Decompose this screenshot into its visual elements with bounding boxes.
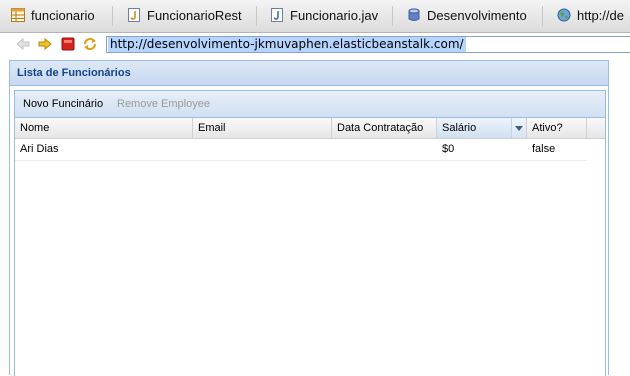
tab-funcionariorest[interactable]: FuncionarioRest: [127, 7, 242, 25]
panel-title: Lista de Funcionários: [10, 61, 608, 86]
employee-list-panel: Lista de Funcionários Novo Funcinário Re…: [9, 60, 609, 376]
add-employee-button[interactable]: Novo Funcinário: [23, 98, 103, 110]
remove-employee-button[interactable]: Remove Employee: [117, 98, 210, 110]
employee-grid: Novo Funcinário Remove Employee Nome Ema…: [14, 90, 606, 376]
tab-label: FuncionarioRest: [147, 8, 242, 23]
column-header-nome[interactable]: Nome: [15, 118, 193, 138]
tab-bar: funcionario FuncionarioRest Funcionario.…: [0, 0, 630, 33]
column-header-email[interactable]: Email: [193, 118, 332, 138]
header-scroll-spacer: [587, 118, 605, 138]
cell-email: [193, 139, 332, 160]
url-text: http://desenvolvimento-jkmuvaphen.elasti…: [108, 37, 466, 52]
column-header-label: Salário: [442, 122, 477, 134]
java-file-icon: [128, 8, 140, 22]
cell-ativo: false: [532, 143, 556, 155]
tab-separator: [542, 6, 543, 26]
database-icon: [408, 8, 420, 21]
refresh-icon[interactable]: [82, 36, 98, 52]
grid-toolbar: Novo Funcinário Remove Employee: [15, 91, 605, 118]
column-menu-dropdown-icon[interactable]: [511, 118, 526, 138]
navigation-bar: http://desenvolvimento-jkmuvaphen.elasti…: [0, 33, 630, 57]
cell-data-contratacao: [332, 139, 437, 160]
tab-separator: [112, 6, 113, 26]
table-icon: [11, 8, 25, 22]
tab-label: Desenvolvimento: [427, 8, 527, 23]
tab-funcionario-java[interactable]: Funcionario.jav: [270, 7, 378, 25]
column-header-data-contratacao[interactable]: Data Contratação: [332, 118, 437, 138]
url-field[interactable]: http://desenvolvimento-jkmuvaphen.elasti…: [106, 36, 630, 53]
table-row[interactable]: Ari Dias $0 false: [15, 139, 587, 161]
tab-label: Funcionario.jav: [290, 8, 379, 23]
stop-icon[interactable]: [60, 36, 76, 52]
tab-funcionario[interactable]: funcionario: [11, 7, 95, 25]
tab-separator: [256, 6, 257, 26]
forward-arrow-icon[interactable]: [37, 36, 53, 52]
grid-header: Nome Email Data Contratação Salário Ativ…: [15, 118, 605, 139]
tab-label: funcionario: [31, 8, 95, 23]
tab-separator: [392, 6, 393, 26]
column-header-ativo[interactable]: Ativo?: [527, 118, 587, 138]
tab-label: http://de: [577, 8, 624, 23]
column-header-salario[interactable]: Salário: [437, 118, 527, 138]
back-arrow-icon[interactable]: [15, 36, 31, 52]
tab-desenvolvimento[interactable]: Desenvolvimento: [407, 7, 527, 25]
globe-icon: [557, 8, 571, 22]
cell-nome: Ari Dias: [20, 143, 59, 155]
tab-http[interactable]: http://de: [557, 7, 624, 25]
cell-salario: $0: [442, 143, 455, 155]
java-file-icon: [271, 8, 283, 22]
